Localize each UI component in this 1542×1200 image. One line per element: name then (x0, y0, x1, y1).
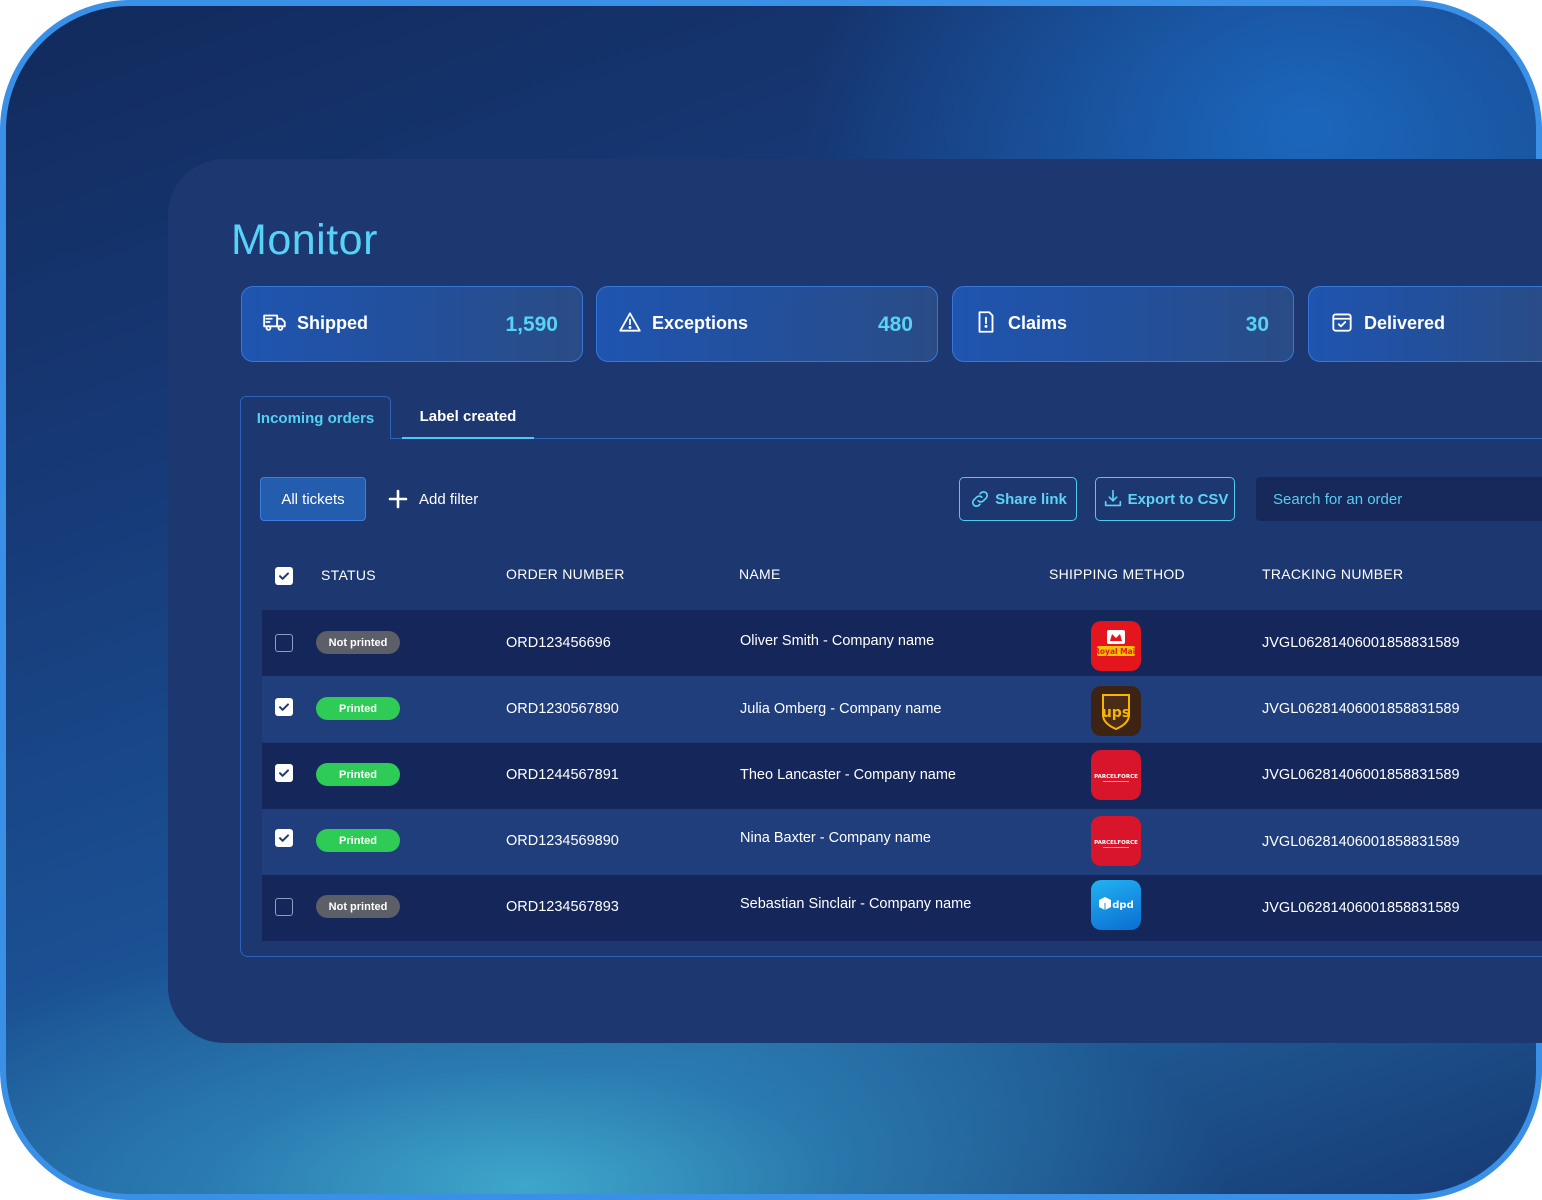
tab-incoming-orders[interactable]: Incoming orders (240, 396, 391, 439)
all-tickets-button[interactable]: All tickets (260, 477, 366, 521)
parcelforce-logo-text: PARCELFORCE (1094, 774, 1138, 780)
export-csv-button[interactable]: Export to CSV (1095, 477, 1235, 521)
share-link-label: Share link (995, 490, 1067, 508)
check-icon (279, 769, 289, 777)
tracking-number: JVGL06281406001858831589 (1262, 701, 1460, 717)
order-number: ORD1234569890 (506, 833, 619, 849)
stat-label: Exceptions (652, 313, 749, 333)
stat-label: Shipped (297, 313, 368, 333)
customer-name: Sebastian Sinclair - Company name (740, 896, 972, 912)
tab-label-created[interactable]: Label created (402, 396, 534, 439)
export-csv-label: Export to CSV (1127, 490, 1229, 508)
dpd-cube-icon: dpd (1099, 897, 1134, 911)
add-filter-label: Add filter (419, 490, 479, 508)
ups-shield-icon: ups (1102, 694, 1130, 731)
stat-card-claims[interactable]: Claims 30 (952, 286, 1294, 362)
document-alert-icon (978, 311, 994, 333)
truck-icon (263, 314, 286, 331)
stat-value: 480 (877, 313, 913, 336)
dpd-logo-icon: dpd (1091, 880, 1141, 930)
order-number: ORD1234567893 (506, 899, 619, 915)
check-icon (279, 572, 289, 580)
customer-name: Nina Baxter - Company name (740, 830, 931, 846)
row-checkbox[interactable] (275, 634, 293, 652)
package-check-icon (1332, 313, 1352, 332)
select-all-checkbox[interactable] (275, 567, 293, 585)
dpd-logo-text: dpd (1112, 900, 1133, 911)
parcelforce-logo-icon: PARCELFORCE (1091, 816, 1141, 866)
tracking-number: JVGL06281406001858831589 (1262, 767, 1460, 783)
row-checkbox[interactable] (275, 764, 293, 782)
status-badge: Not printed (316, 895, 400, 918)
tracking-number: JVGL06281406001858831589 (1262, 635, 1460, 651)
royal-mail-logo-icon: Royal Mail (1091, 621, 1141, 671)
column-header-status[interactable]: STATUS (321, 567, 376, 583)
status-badge: Printed (316, 697, 400, 720)
plus-icon (388, 489, 408, 509)
warning-icon (619, 312, 641, 332)
ups-logo-text: ups (1102, 705, 1130, 721)
download-icon (1104, 489, 1121, 507)
page-title: Monitor (231, 216, 378, 264)
stat-card-exceptions[interactable]: Exceptions 480 (596, 286, 938, 362)
order-number: ORD1230567890 (506, 701, 619, 717)
search-input[interactable] (1256, 477, 1542, 521)
parcelforce-wordmark-icon: PARCELFORCE (1094, 774, 1138, 782)
parcelforce-wordmark-icon: PARCELFORCE (1094, 840, 1138, 848)
tracking-number: JVGL06281406001858831589 (1262, 900, 1460, 916)
check-icon (279, 834, 289, 842)
share-link-button[interactable]: Share link (959, 477, 1077, 521)
column-header-shipping-method[interactable]: SHIPPING METHOD (1049, 566, 1185, 582)
link-icon (972, 490, 989, 508)
check-icon (279, 703, 289, 711)
stat-label: Delivered (1364, 313, 1446, 333)
column-header-name[interactable]: NAME (739, 566, 781, 582)
row-checkbox[interactable] (275, 698, 293, 716)
column-header-tracking-number[interactable]: TRACKING NUMBER (1262, 566, 1403, 582)
parcelforce-logo-text: PARCELFORCE (1094, 840, 1138, 846)
row-checkbox[interactable] (275, 829, 293, 847)
customer-name: Theo Lancaster - Company name (740, 767, 956, 783)
royal-mail-logo-text: Royal Mail (1094, 647, 1138, 656)
stat-value: 30 (1245, 313, 1269, 336)
order-number: ORD1244567891 (506, 767, 619, 783)
column-header-order-number[interactable]: ORDER NUMBER (506, 566, 625, 582)
stat-card-delivered[interactable]: Delivered (1308, 286, 1542, 362)
royal-mail-crown-icon: Royal Mail (1094, 630, 1138, 656)
stat-value: 1,590 (505, 313, 558, 336)
status-badge: Not printed (316, 631, 400, 654)
status-badge: Printed (316, 763, 400, 786)
order-number: ORD123456696 (506, 635, 611, 651)
stat-label: Claims (1008, 313, 1068, 333)
add-filter-button[interactable]: Add filter (388, 477, 478, 521)
parcelforce-logo-icon: PARCELFORCE (1091, 750, 1141, 800)
row-checkbox[interactable] (275, 898, 293, 916)
stat-card-shipped[interactable]: Shipped 1,590 (241, 286, 583, 362)
customer-name: Oliver Smith - Company name (740, 633, 935, 649)
ups-logo-icon: ups (1091, 686, 1141, 736)
customer-name: Julia Omberg - Company name (740, 701, 942, 717)
tracking-number: JVGL06281406001858831589 (1262, 834, 1460, 850)
status-badge: Printed (316, 829, 400, 852)
